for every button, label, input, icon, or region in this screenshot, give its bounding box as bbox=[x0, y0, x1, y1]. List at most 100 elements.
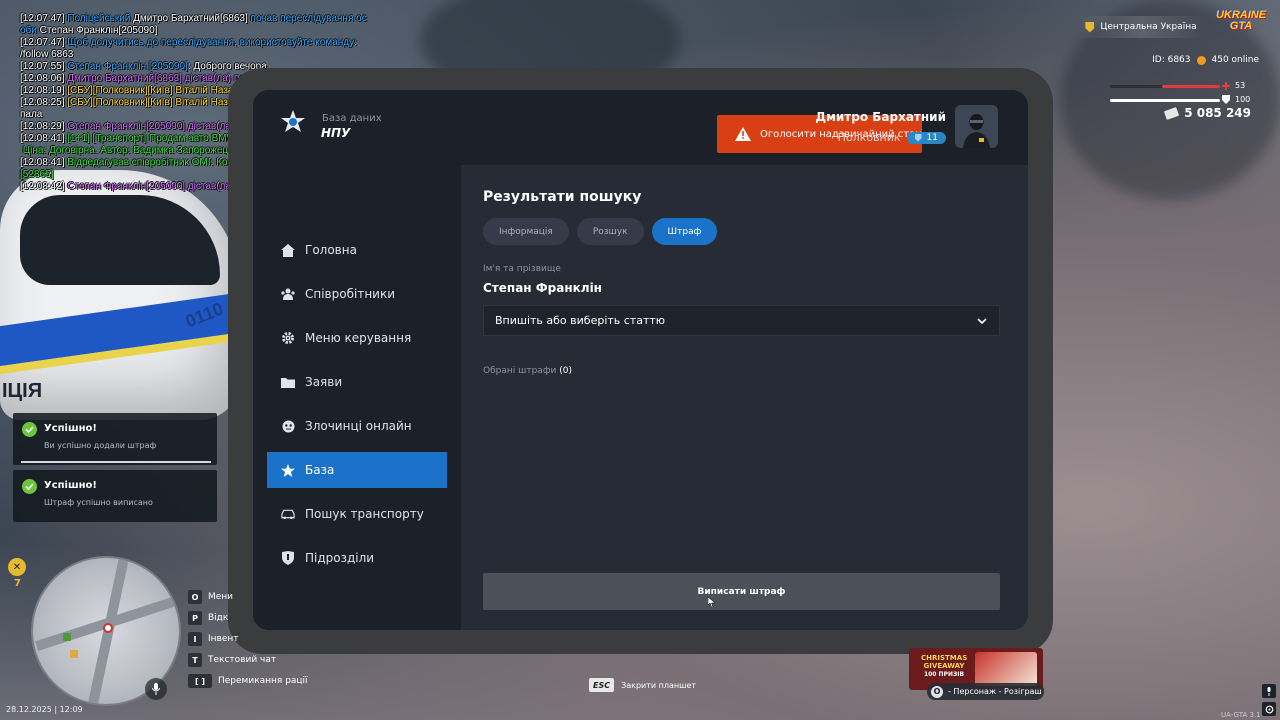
sidebar-item-label: Пошук транспорту bbox=[305, 507, 424, 521]
avatar bbox=[955, 105, 998, 148]
users-icon bbox=[281, 287, 295, 301]
car-label: ІЦІЯ bbox=[2, 380, 43, 402]
chat-text: [52865] bbox=[20, 169, 54, 180]
sidebar-item-label: Меню керування bbox=[305, 331, 412, 345]
car-icon bbox=[281, 507, 295, 521]
sidebar-item-users[interactable]: Співробітники bbox=[267, 276, 447, 312]
sidebar-item-home[interactable]: Головна bbox=[267, 232, 447, 268]
keybind-label: Інвент bbox=[208, 634, 239, 644]
region-label: Центральна Україна bbox=[1078, 16, 1204, 38]
level-badge: 11 bbox=[906, 131, 946, 144]
top-bar: Оголосити надзвичайний стан Дмитро Барха… bbox=[461, 90, 1028, 165]
sidebar-item-label: Співробітники bbox=[305, 287, 396, 301]
sidebar-nav: Головна Співробітники Меню керування Заяви З… bbox=[267, 232, 447, 584]
notification-success: Успішно! Ви успішно додали штраф bbox=[13, 413, 217, 465]
mask-icon bbox=[281, 419, 295, 433]
player-id: ID: 6863 bbox=[1152, 55, 1191, 65]
sidebar-item-label: База bbox=[305, 463, 335, 477]
key-cap: [ ] bbox=[188, 674, 212, 688]
notification-text: Ви успішно додали штраф bbox=[44, 441, 157, 450]
close-tablet-hint[interactable]: ESC Закрити планшет bbox=[589, 678, 696, 692]
home-icon bbox=[281, 243, 295, 257]
chat-line: [12:07:47] Поліцейський Дмитро Бархатний… bbox=[20, 13, 400, 25]
check-icon bbox=[22, 479, 37, 494]
shield-icon bbox=[914, 133, 922, 142]
chat-time: [12:08:06] bbox=[20, 73, 65, 84]
sidebar-item-mask[interactable]: Злочинці онлайн bbox=[267, 408, 447, 444]
issue-fine-button[interactable]: Виписати штраф bbox=[483, 573, 1000, 610]
health-icon bbox=[1222, 81, 1230, 90]
article-select-placeholder: Впишіть або виберіть статтю bbox=[495, 314, 666, 327]
user-rank: Полковник bbox=[837, 131, 901, 144]
voice-icon[interactable] bbox=[1262, 684, 1276, 698]
keybind-hints: O Мени P Відк I Інвент T Текстовий чат [ ] Переми… bbox=[188, 588, 308, 693]
chat-text: Степан Франклін[205090] bbox=[39, 25, 158, 36]
chat-text: Дмитро Бархатний[6863] bbox=[133, 13, 251, 24]
keybind-hint: I Інвент bbox=[188, 630, 308, 648]
key-cap: I bbox=[188, 632, 202, 646]
map-marker bbox=[63, 633, 71, 641]
tablet: База даних НПУ Головна Співробітники Меню … bbox=[228, 68, 1053, 654]
logo-name: НПУ bbox=[321, 126, 351, 140]
shield-icon bbox=[281, 551, 295, 565]
keybind-hint: T Текстовий чат bbox=[188, 651, 308, 669]
chat-text: пала bbox=[20, 109, 43, 120]
character-giveaway-bar[interactable]: O - Персонаж - Розіграш bbox=[927, 683, 1044, 700]
online-icon bbox=[1196, 55, 1206, 65]
chat-time: [12:08:41] bbox=[20, 157, 65, 168]
money-display: 5 085 249 bbox=[1164, 106, 1251, 120]
chat-time: [12:08:42] bbox=[20, 181, 65, 192]
key-cap: P bbox=[188, 611, 202, 625]
tab-2[interactable]: Штраф bbox=[651, 218, 718, 245]
chosen-fines-count: (0) bbox=[559, 366, 572, 376]
keybind-label: Мени bbox=[208, 592, 234, 602]
sidebar-item-label: Головна bbox=[305, 243, 357, 257]
keybind-hint: P Відк bbox=[188, 609, 308, 627]
chat-time: [12:08:29] bbox=[20, 121, 65, 132]
sidebar-item-shield[interactable]: Підрозділи bbox=[267, 540, 447, 576]
sidebar-item-folder[interactable]: Заяви bbox=[267, 364, 447, 400]
map-marker bbox=[70, 650, 78, 658]
esc-label: Закрити планшет bbox=[621, 680, 697, 690]
player-marker-icon bbox=[103, 623, 113, 633]
region-name: Центральна Україна bbox=[1100, 22, 1197, 32]
star-icon bbox=[281, 463, 295, 477]
sidebar-item-gear[interactable]: Меню керування bbox=[267, 320, 447, 356]
chat-time: [12:07:47] bbox=[20, 13, 65, 24]
name-label: Ім'я та прізвище bbox=[483, 264, 561, 274]
game-logo: UKRAINE GTA bbox=[1215, 9, 1267, 32]
settings-icon[interactable] bbox=[1262, 702, 1276, 716]
armor-value: 100 bbox=[1235, 95, 1251, 104]
online-count: 450 online bbox=[1211, 55, 1260, 65]
chat-text: /follow 6863 bbox=[20, 49, 74, 60]
level-value: 11 bbox=[926, 132, 938, 143]
o-key: O bbox=[931, 685, 943, 698]
tablet-screen: База даних НПУ Головна Співробітники Меню … bbox=[253, 90, 1028, 630]
key-cap: T bbox=[188, 653, 202, 667]
chat-text: почав переслідування ос bbox=[250, 13, 367, 24]
armor-icon bbox=[1222, 95, 1230, 104]
region-shield-icon bbox=[1085, 21, 1095, 33]
logo-subtitle: База даних bbox=[322, 113, 382, 124]
police-car: 0110 ІЦІЯ bbox=[0, 170, 240, 420]
sidebar-item-star[interactable]: База bbox=[267, 452, 447, 488]
health-value: 53 bbox=[1235, 81, 1246, 90]
health-bar-fill bbox=[1161, 85, 1220, 88]
player-level: 7 bbox=[14, 578, 21, 589]
microphone-icon[interactable] bbox=[145, 678, 167, 700]
character-giveaway-label: - Персонаж - Розіграш bbox=[948, 687, 1042, 696]
giveaway-text: CHRISTMAS GIVEAWAY bbox=[921, 654, 968, 670]
notification-progress bbox=[21, 461, 211, 463]
tab-0[interactable]: Інформація bbox=[483, 218, 569, 245]
warning-icon bbox=[735, 127, 751, 141]
sidebar-item-label: Заяви bbox=[305, 375, 343, 389]
folder-icon bbox=[281, 375, 295, 389]
car-window bbox=[20, 195, 220, 285]
sidebar-item-car[interactable]: Пошук транспорту bbox=[267, 496, 447, 532]
article-select[interactable]: Впишіть або виберіть статтю bbox=[483, 305, 1000, 336]
notification-success: Успішно! Штраф успішно виписано bbox=[13, 470, 217, 522]
health-stat: 53 bbox=[1222, 81, 1245, 90]
sidebar-item-label: Злочинці онлайн bbox=[305, 419, 412, 433]
date-time: 28.12.2025 | 12:09 bbox=[6, 705, 83, 714]
tab-1[interactable]: Розшук bbox=[576, 218, 644, 245]
